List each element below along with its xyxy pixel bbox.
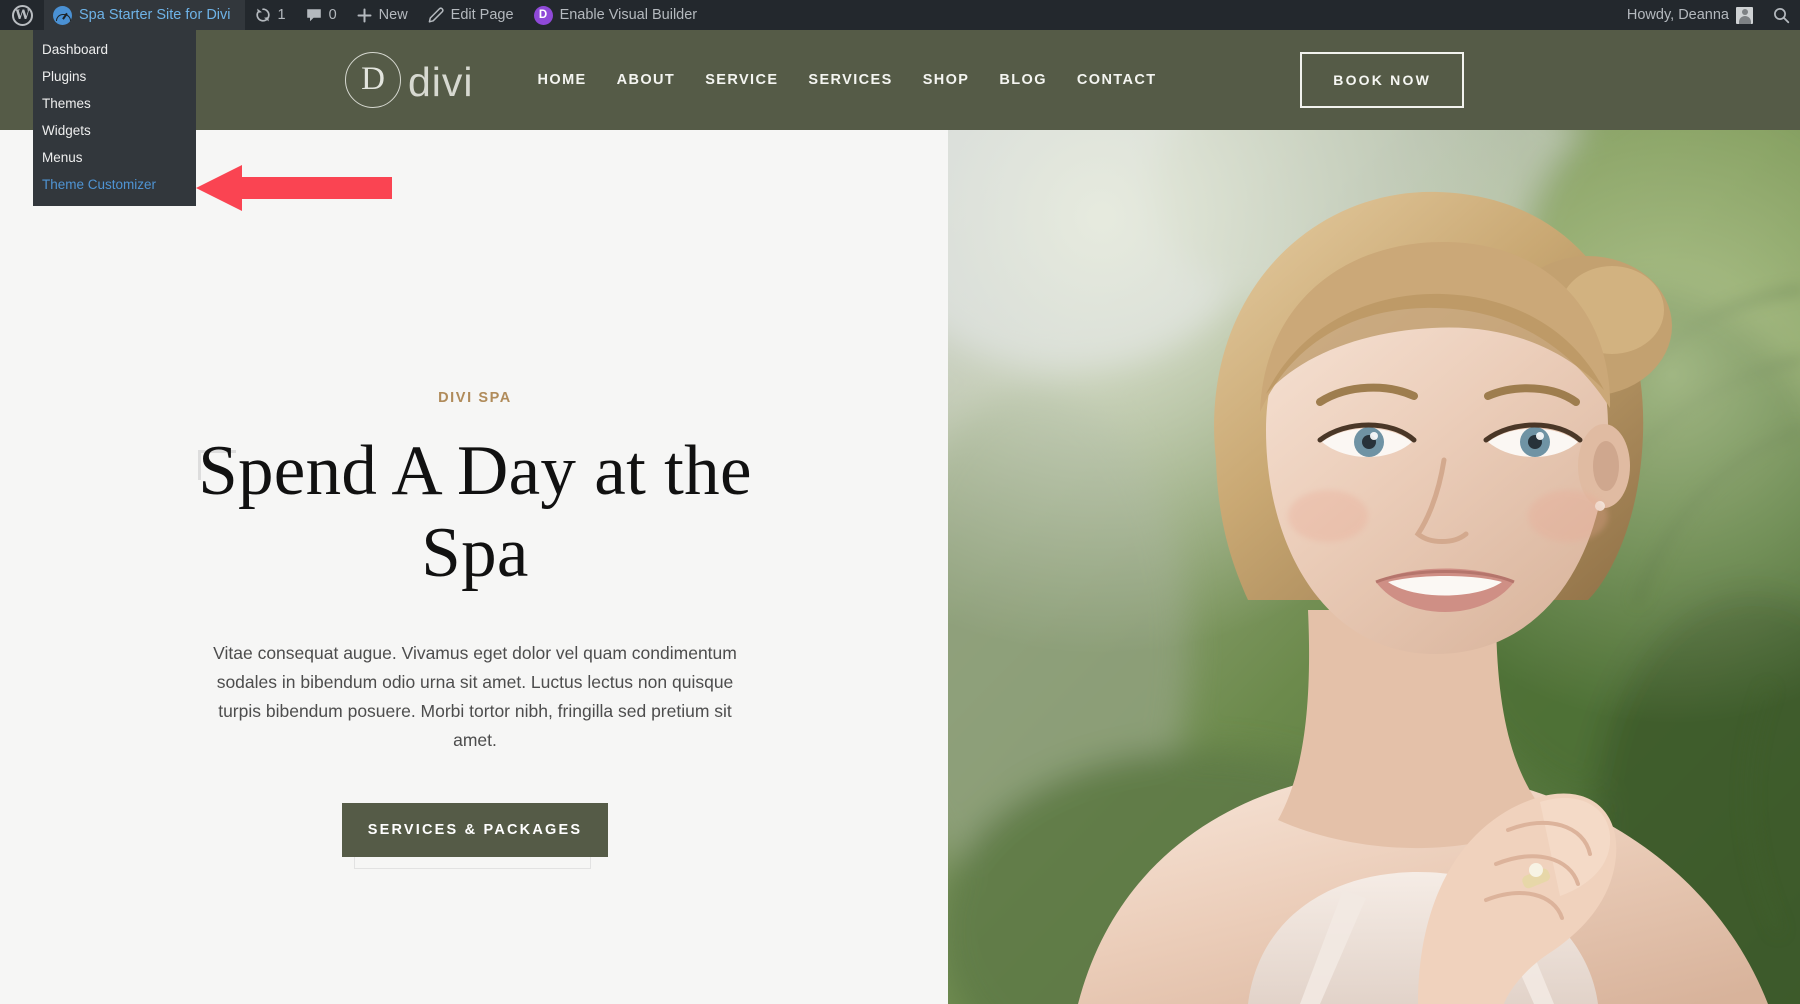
main-navigation: HOME ABOUT SERVICE SERVICES SHOP BLOG CO… (538, 72, 1157, 88)
divi-d-icon: D (533, 5, 553, 25)
comment-bubble-icon (306, 8, 322, 23)
howdy-label: Howdy, Deanna (1626, 7, 1729, 24)
dropdown-item-menus[interactable]: Menus (33, 144, 196, 171)
wordpress-logo-icon (12, 4, 33, 26)
dropdown-item-plugins[interactable]: Plugins (33, 63, 196, 90)
edit-page-label: Edit Page (450, 7, 514, 24)
hero-content: DIVI SPA Spend A Day at the Spa Vitae co… (180, 390, 770, 869)
wp-admin-bar: Spa Starter Site for Divi 1 0 New (0, 0, 1800, 30)
hero-section: DIVI SPA Spend A Day at the Spa Vitae co… (0, 130, 1800, 1004)
visual-builder-label: Enable Visual Builder (559, 7, 698, 24)
comments-count: 0 (328, 7, 337, 24)
hero-photo (948, 130, 1800, 1004)
logo-wordmark: divi (408, 58, 474, 105)
admin-bar-enable-visual-builder[interactable]: D Enable Visual Builder (524, 0, 708, 30)
search-icon (1773, 7, 1790, 24)
admin-bar-new[interactable]: New (347, 0, 418, 30)
hero-eyebrow-label: DIVI SPA (438, 390, 512, 406)
new-label: New (378, 7, 408, 24)
nav-item-blog[interactable]: BLOG (999, 72, 1047, 88)
dashboard-speedometer-icon (53, 5, 72, 25)
admin-bar-comments[interactable]: 0 (296, 0, 347, 30)
wp-logo-button[interactable] (0, 0, 44, 30)
nav-item-home[interactable]: HOME (538, 72, 587, 88)
nav-item-contact[interactable]: CONTACT (1077, 72, 1157, 88)
admin-bar-spacer (707, 0, 1617, 30)
updates-count: 1 (277, 7, 286, 24)
nav-item-about[interactable]: ABOUT (617, 72, 676, 88)
site-header: D divi HOME ABOUT SERVICE SERVICES SHOP … (0, 30, 1800, 130)
admin-bar-site-dropdown-menu: Dashboard Plugins Themes Widgets Menus T… (33, 30, 196, 206)
dropdown-item-themes[interactable]: Themes (33, 90, 196, 117)
hero-paragraph: Vitae consequat augue. Vivamus eget dolo… (213, 642, 737, 750)
dropdown-item-dashboard[interactable]: Dashboard (33, 36, 196, 63)
hero-cta-wrapper: SERVICES & PACKAGES (341, 802, 609, 869)
divi-logo-ring-icon: D (345, 52, 401, 108)
user-avatar-icon (1736, 6, 1753, 24)
hero-text-column: DIVI SPA Spend A Day at the Spa Vitae co… (0, 130, 948, 1004)
book-now-button[interactable]: BOOK NOW (1300, 52, 1464, 108)
logo-letter: D (361, 60, 385, 97)
dropdown-item-theme-customizer[interactable]: Theme Customizer (33, 171, 196, 198)
dropdown-item-widgets[interactable]: Widgets (33, 117, 196, 144)
nav-item-services[interactable]: SERVICES (808, 72, 892, 88)
nav-item-shop[interactable]: SHOP (923, 72, 970, 88)
pencil-icon (428, 7, 444, 23)
admin-bar-site-name[interactable]: Spa Starter Site for Divi (44, 0, 245, 30)
admin-bar-edit-page[interactable]: Edit Page (418, 0, 524, 30)
admin-bar-updates[interactable]: 1 (245, 0, 296, 30)
plus-icon (357, 8, 372, 23)
updates-refresh-icon (255, 7, 271, 23)
services-and-packages-button[interactable]: SERVICES & PACKAGES (341, 802, 609, 857)
site-name-label: Spa Starter Site for Divi (79, 7, 231, 24)
site-logo[interactable]: D divi (345, 52, 474, 108)
hero-title: Spend A Day at the Spa (198, 432, 752, 593)
admin-bar-right-group: Howdy, Deanna (1617, 0, 1800, 30)
admin-bar-search[interactable] (1763, 0, 1800, 30)
nav-item-service[interactable]: SERVICE (705, 72, 778, 88)
admin-bar-my-account[interactable]: Howdy, Deanna (1617, 0, 1763, 30)
